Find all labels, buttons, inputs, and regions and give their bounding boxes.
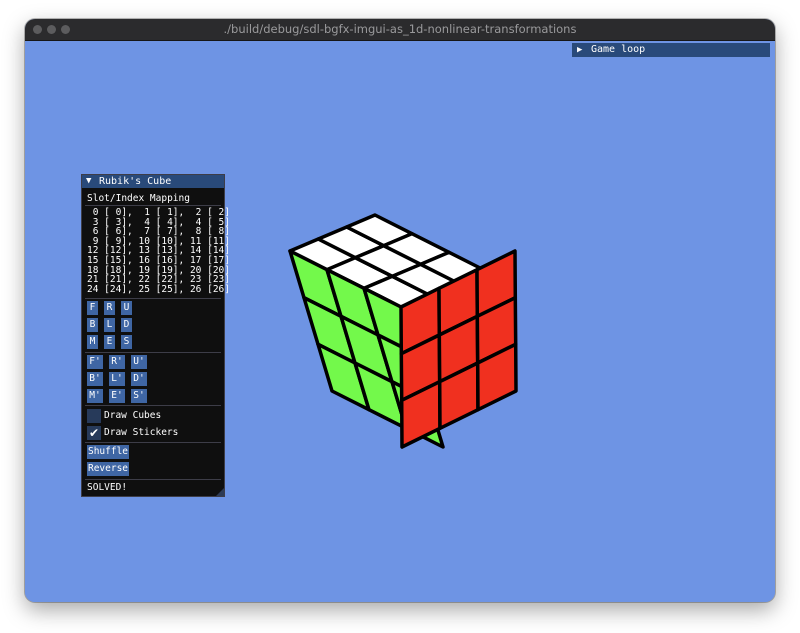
move-button[interactable]: U <box>121 301 132 315</box>
check-icon: ✔ <box>88 426 100 440</box>
separator <box>85 205 221 206</box>
move-button[interactable]: M' <box>87 389 103 403</box>
move-button[interactable]: L' <box>109 372 125 386</box>
status-text: SOLVED! <box>87 482 128 493</box>
shuffle-button[interactable]: Shuffle <box>87 445 129 459</box>
draw-stickers-checkbox[interactable]: ✔ <box>87 426 101 440</box>
draw-stickers-label: Draw Stickers <box>104 427 179 438</box>
app-window: ./build/debug/sdl-bgfx-imgui-as_1d-nonli… <box>25 19 775 602</box>
move-button[interactable]: U' <box>131 355 147 369</box>
draw-cubes-label: Draw Cubes <box>104 410 162 421</box>
check-icon <box>87 409 101 423</box>
move-button[interactable]: M <box>87 335 98 349</box>
window-title: ./build/debug/sdl-bgfx-imgui-as_1d-nonli… <box>223 22 577 36</box>
title-bar[interactable]: ./build/debug/sdl-bgfx-imgui-as_1d-nonli… <box>25 19 775 41</box>
mapping-row: 24 [24], 25 [25], 26 [26] <box>87 283 230 295</box>
move-button[interactable]: E' <box>109 389 125 403</box>
collapsed-arrow-icon: ▶ <box>577 45 583 55</box>
move-button[interactable]: L <box>104 318 115 332</box>
separator <box>85 442 221 443</box>
move-button[interactable]: R <box>104 301 115 315</box>
panel-title: Rubik's Cube <box>99 176 172 187</box>
separator <box>85 352 221 353</box>
reverse-button[interactable]: Reverse <box>87 462 129 476</box>
move-button[interactable]: B <box>87 318 98 332</box>
game-loop-label: Game loop <box>591 44 646 55</box>
move-button[interactable]: E <box>104 335 115 349</box>
separator <box>85 405 221 406</box>
move-button[interactable]: D <box>121 318 132 332</box>
resize-grip[interactable] <box>216 488 224 496</box>
separator <box>85 298 221 299</box>
render-viewport[interactable]: ▶ Game loop ▼ Rubik's Cube Slot/Index Ma… <box>25 41 775 602</box>
move-button[interactable]: R' <box>109 355 125 369</box>
move-button[interactable]: D' <box>131 372 147 386</box>
mapping-label: Slot/Index Mapping <box>87 193 190 204</box>
draw-cubes-checkbox[interactable] <box>87 409 101 423</box>
move-button[interactable]: S' <box>131 389 147 403</box>
move-button[interactable]: B' <box>87 372 103 386</box>
move-button[interactable]: S <box>121 335 132 349</box>
expanded-arrow-icon[interactable]: ▼ <box>86 175 91 188</box>
game-loop-header[interactable]: ▶ Game loop <box>572 43 770 57</box>
move-button[interactable]: F <box>87 301 98 315</box>
separator <box>85 479 221 480</box>
panel-title-bar[interactable]: ▼ Rubik's Cube <box>82 175 224 188</box>
rubiks-cube-panel[interactable]: ▼ Rubik's Cube Slot/Index Mapping 0 [ 0]… <box>81 174 230 497</box>
move-button[interactable]: F' <box>87 355 103 369</box>
